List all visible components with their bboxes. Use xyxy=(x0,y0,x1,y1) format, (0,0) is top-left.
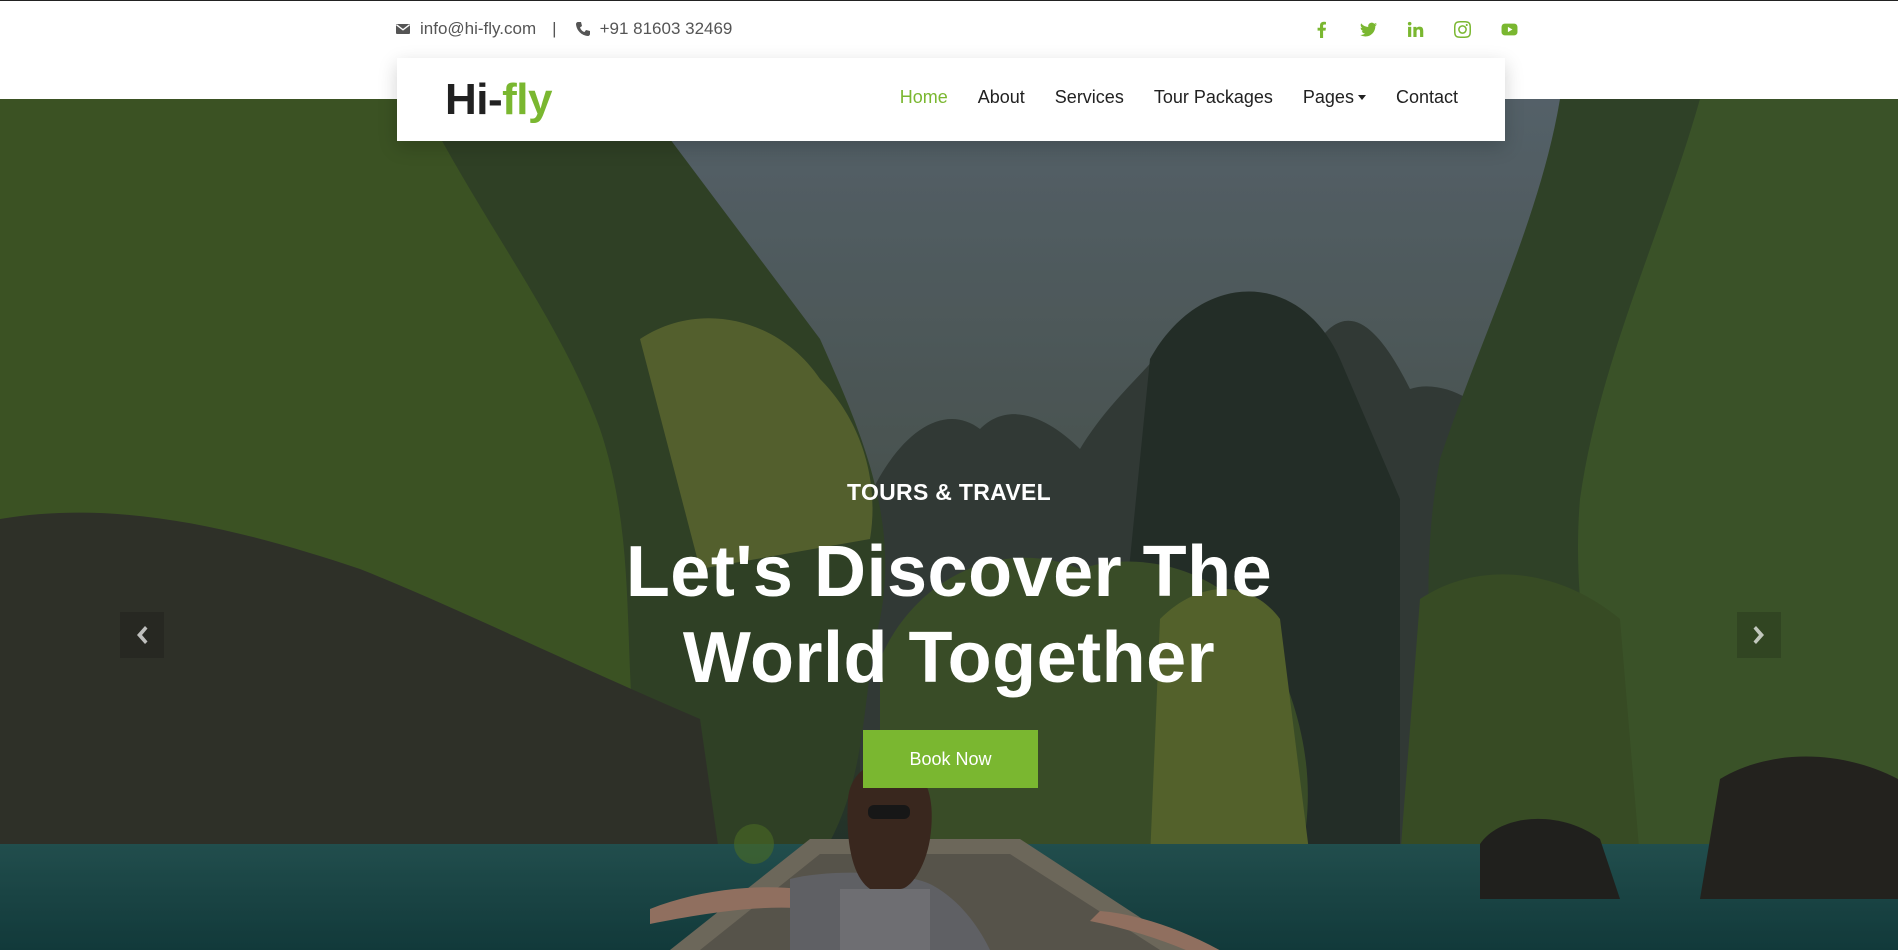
nav-item-pages-dropdown[interactable]: Pages xyxy=(1303,87,1366,108)
brand-prefix: Hi- xyxy=(445,75,503,124)
hero-headline-line-1: Let's Discover The xyxy=(625,532,1273,612)
brand-logo[interactable]: Hi-fly xyxy=(445,75,553,125)
youtube-icon[interactable] xyxy=(1486,17,1533,41)
carousel-next-button[interactable] xyxy=(1737,612,1781,658)
phone-icon xyxy=(575,21,591,37)
hero-kicker: TOURS & TRAVEL xyxy=(847,479,1051,505)
nav-item-services[interactable]: Services xyxy=(1055,87,1124,108)
brand-accent: fly xyxy=(502,75,553,124)
email-link[interactable]: info@hi-fly.com xyxy=(420,19,536,39)
envelope-icon xyxy=(395,21,411,37)
carousel-prev-button[interactable] xyxy=(120,612,164,658)
nav-item-contact[interactable]: Contact xyxy=(1396,87,1458,108)
linkedin-icon[interactable] xyxy=(1392,17,1439,41)
hero-headline: Let's Discover The World Together xyxy=(0,529,1898,701)
book-now-button[interactable]: Book Now xyxy=(863,730,1038,788)
nav-item-tour-packages[interactable]: Tour Packages xyxy=(1154,87,1273,108)
instagram-icon[interactable] xyxy=(1439,17,1486,41)
chevron-left-icon xyxy=(137,626,148,644)
facebook-icon[interactable] xyxy=(1298,17,1345,41)
contact-separator: | xyxy=(552,19,557,38)
nav-item-home[interactable]: Home xyxy=(900,87,948,108)
hero-banner: TOURS & TRAVEL Let's Discover The World … xyxy=(0,99,1898,950)
twitter-icon[interactable] xyxy=(1345,17,1392,41)
hero-dark-overlay xyxy=(0,99,1898,950)
nav-item-about[interactable]: About xyxy=(978,87,1025,108)
hero-headline-line-2: World Together xyxy=(682,618,1216,698)
nav-item-pages-label: Pages xyxy=(1302,87,1354,107)
contact-info: info@hi-fly.com | +91 81603 32469 xyxy=(395,18,732,40)
nav-menu: Home About Services Tour Packages Pages … xyxy=(870,87,1458,108)
main-navbar: Hi-fly Home About Services Tour Packages… xyxy=(397,58,1505,141)
caret-down-icon xyxy=(1357,95,1366,100)
social-links xyxy=(1298,17,1533,41)
phone-link[interactable]: +91 81603 32469 xyxy=(600,19,733,39)
chevron-right-icon xyxy=(1753,626,1764,644)
